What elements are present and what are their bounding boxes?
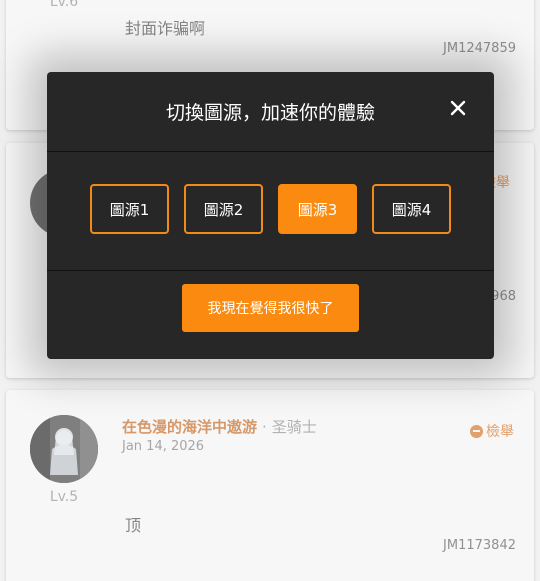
divider [47, 151, 494, 152]
comments-page: Lv.6 封面诈骗啊 JM1247859 檢舉 968 Lv.5 在色漫的海洋中… [0, 0, 540, 581]
source-options: 圖源1 圖源2 圖源3 圖源4 [90, 184, 451, 234]
divider [47, 270, 494, 271]
source-4-button[interactable]: 圖源4 [372, 184, 451, 234]
image-source-dialog: 切換圖源，加速你的體驗 圖源1 圖源2 圖源3 圖源4 我現在覺得我很快了 [47, 72, 494, 359]
dialog-title: 切換圖源，加速你的體驗 [165, 102, 375, 124]
source-2-button[interactable]: 圖源2 [184, 184, 263, 234]
source-3-button[interactable]: 圖源3 [278, 184, 357, 234]
confirm-button[interactable]: 我現在覺得我很快了 [182, 284, 359, 332]
close-icon[interactable] [448, 98, 468, 118]
source-1-button[interactable]: 圖源1 [90, 184, 169, 234]
